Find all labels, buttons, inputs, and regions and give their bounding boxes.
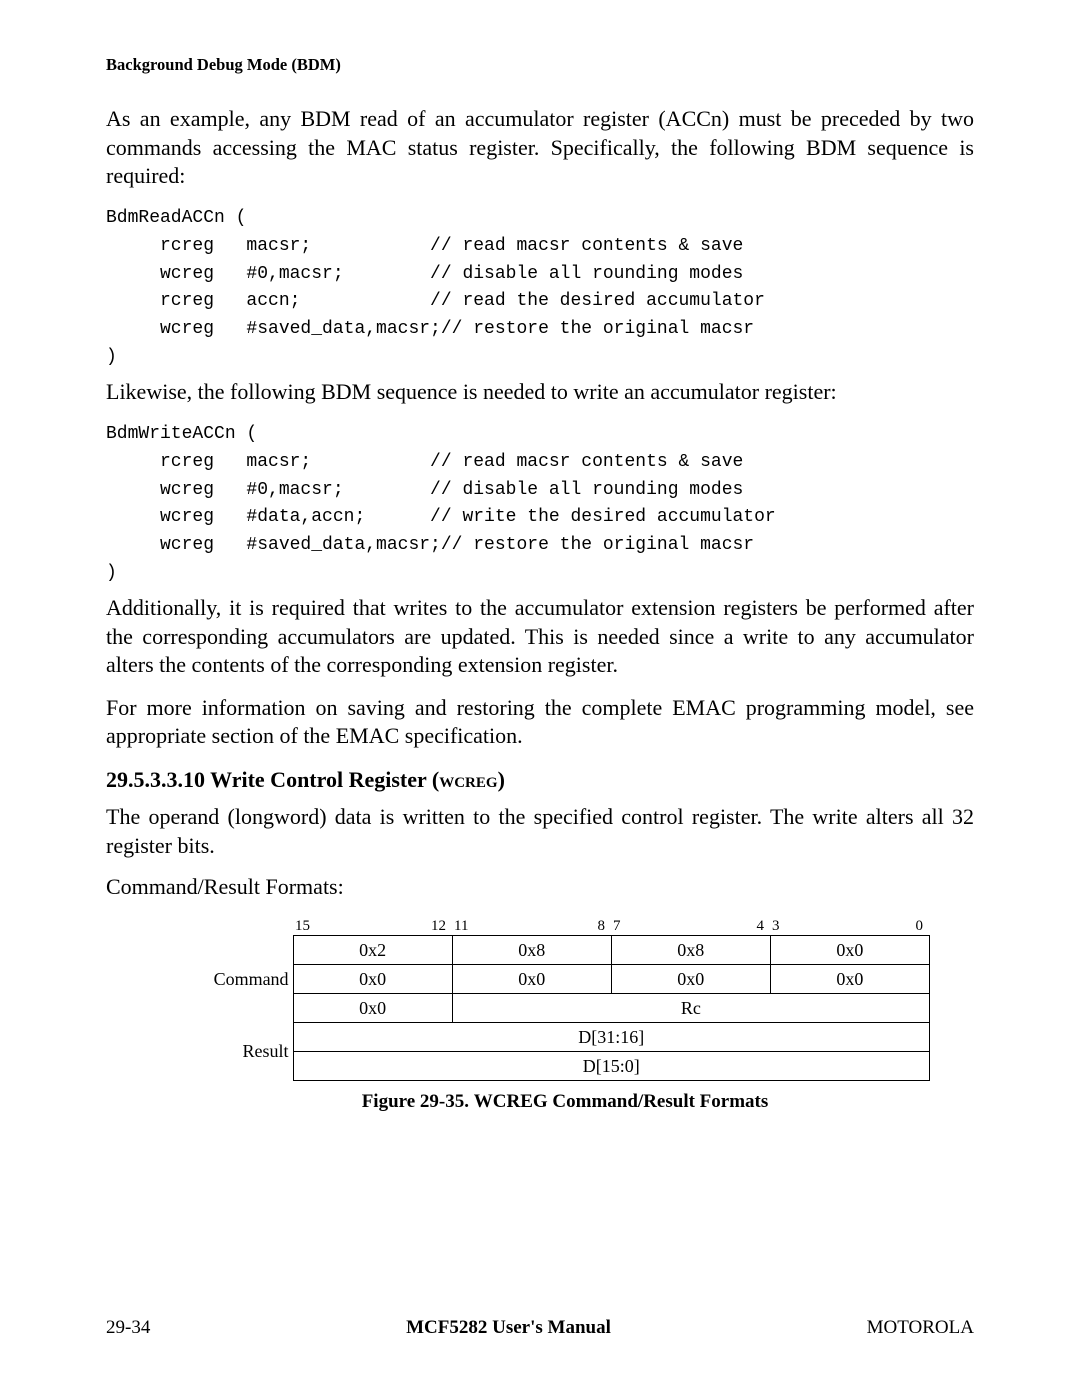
bit-header-seg: 15 12 — [293, 918, 452, 935]
page-footer: 29-34 MCF5282 User's Manual MOTOROLA — [106, 1317, 974, 1339]
section-number: 29.5.3.3.10 — [106, 767, 210, 792]
paragraph-additionally: Additionally, it is required that writes… — [106, 594, 974, 680]
table-cell-data-high: D[31:16] — [293, 1023, 929, 1052]
code-bdm-write: BdmWriteACCn ( rcreg macsr; // read macs… — [106, 421, 974, 588]
table-row: 0x0 0x0 0x0 0x0 — [200, 965, 930, 994]
section-title-smallcaps: wcreg — [439, 767, 497, 792]
table-row: 0x0 Rc — [200, 994, 930, 1023]
bit-header-row: 15 12 11 8 7 4 3 0 — [293, 918, 930, 935]
table-cell: 0x8 — [611, 936, 770, 965]
figure-rest: Command/Result Formats — [548, 1091, 769, 1112]
bit-header-seg: 3 0 — [770, 918, 929, 935]
code-bdm-read: BdmReadACCn ( rcreg macsr; // read macsr… — [106, 205, 974, 372]
bit-label: 7 — [611, 918, 621, 935]
footer-manual-title: MCF5282 User's Manual — [406, 1317, 611, 1339]
paragraph-likewise: Likewise, the following BDM sequence is … — [106, 378, 974, 407]
paragraph-moreinfo: For more information on saving and resto… — [106, 694, 974, 751]
bit-label: 12 — [431, 918, 452, 935]
table-cell: 0x0 — [770, 965, 929, 994]
table-row: Result D[31:16] — [200, 1023, 930, 1052]
table-cell: 0x2 — [293, 936, 452, 965]
bit-label: 11 — [452, 918, 468, 935]
row-label-command: Command — [200, 936, 293, 1023]
row-label-result: Result — [200, 1023, 293, 1081]
bit-label: 4 — [757, 918, 771, 935]
table-cell-data-low: D[15:0] — [293, 1052, 929, 1081]
footer-page-number: 29-34 — [106, 1317, 150, 1339]
footer-vendor: MOTOROLA — [867, 1317, 974, 1339]
bit-label: 8 — [598, 918, 612, 935]
bit-table-wrapper: 15 12 11 8 7 4 3 0 Command 0x2 — [200, 918, 930, 1113]
section-title-pre: Write Control Register ( — [210, 767, 439, 792]
paragraph-intro: As an example, any BDM read of an accumu… — [106, 105, 974, 191]
table-cell: 0x0 — [293, 994, 452, 1023]
table-cell: 0x0 — [611, 965, 770, 994]
table-row: D[15:0] — [200, 1052, 930, 1081]
section-title-post: ) — [498, 767, 505, 792]
page: Background Debug Mode (BDM) As an exampl… — [0, 0, 1080, 1177]
bit-header-seg: 11 8 — [452, 918, 611, 935]
figure-caption: Figure 29-35. WCREG Command/Result Forma… — [200, 1091, 930, 1113]
table-cell: 0x0 — [293, 965, 452, 994]
command-result-table: Command 0x2 0x8 0x8 0x0 0x0 0x0 0x0 0x0 … — [200, 935, 930, 1081]
formats-label: Command/Result Formats: — [106, 874, 974, 900]
table-cell-rc: Rc — [452, 994, 929, 1023]
table-row: Command 0x2 0x8 0x8 0x0 — [200, 936, 930, 965]
paragraph-wcreg-desc: The operand (longword) data is written t… — [106, 803, 974, 860]
section-heading-wcreg: 29.5.3.3.10 Write Control Register (wcre… — [106, 767, 974, 793]
bit-label: 3 — [770, 918, 780, 935]
bit-header-seg: 7 4 — [611, 918, 770, 935]
bit-label: 15 — [293, 918, 310, 935]
running-header: Background Debug Mode (BDM) — [106, 55, 974, 75]
table-cell: 0x8 — [452, 936, 611, 965]
figure-number: Figure 29-35. — [362, 1091, 474, 1112]
table-cell: 0x0 — [452, 965, 611, 994]
table-cell: 0x0 — [770, 936, 929, 965]
figure-smallcaps: WCREG — [474, 1091, 548, 1112]
bit-label: 0 — [916, 918, 930, 935]
